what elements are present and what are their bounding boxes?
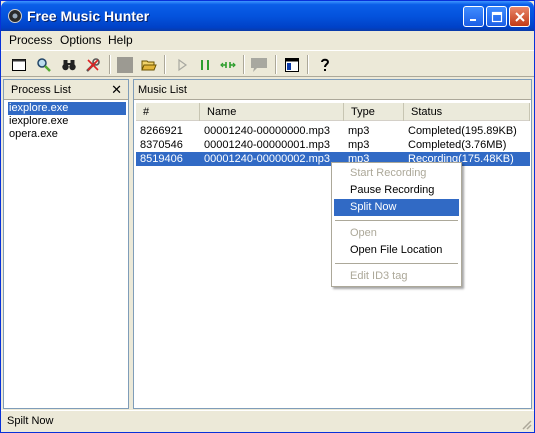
music-table: 8266921 00001240-00000000.mp3 mp3 Comple… [136, 124, 530, 166]
maximize-button[interactable] [486, 6, 507, 27]
new-icon [12, 59, 26, 71]
stop-icon [117, 57, 133, 73]
comment-icon [251, 58, 267, 72]
column-header-status[interactable]: Status [404, 103, 530, 121]
menu-item-start-recording: Start Recording [350, 167, 427, 179]
find-button[interactable] [33, 54, 55, 76]
resize-grip-icon[interactable] [520, 418, 532, 430]
open-folder-icon [141, 60, 157, 71]
pause-icon [201, 60, 209, 70]
list-item[interactable]: iexplore.exe [7, 101, 127, 116]
find-icon [37, 58, 51, 72]
minimize-button[interactable] [463, 6, 484, 27]
menu-options[interactable]: Options [60, 33, 101, 47]
column-header-id[interactable]: # [136, 103, 200, 121]
tools-button[interactable] [82, 54, 104, 76]
music-list-header: Music List [134, 80, 531, 100]
comment-button[interactable] [248, 54, 270, 76]
cell-type: mp3 [348, 139, 370, 151]
close-icon [514, 11, 525, 22]
music-list-title: Music List [138, 84, 187, 96]
maximize-icon [491, 11, 502, 22]
close-pane-icon[interactable]: ✕ [111, 82, 122, 98]
split-button[interactable] [217, 54, 239, 76]
binoculars-icon [62, 60, 76, 71]
app-window: Free Music Hunter Process Options Help P… [0, 0, 535, 433]
cell-id: 8370546 [140, 139, 183, 151]
toolbar-separator [109, 55, 111, 74]
menu-item-split-now[interactable]: Split Now [334, 199, 459, 216]
column-headers: # Name Type Status [136, 103, 530, 121]
title-bar[interactable]: Free Music Hunter [1, 1, 534, 31]
process-list-title: Process List [11, 84, 71, 96]
tools-icon [86, 58, 100, 72]
cell-type: mp3 [348, 125, 370, 137]
list-item[interactable]: iexplore.exe [8, 115, 126, 128]
cell-id: 8266921 [140, 125, 183, 137]
cell-name: 00001240-00000001.mp3 [204, 139, 331, 151]
cell-id: 8519406 [140, 153, 183, 165]
context-menu: Start Recording Pause Recording Split No… [331, 162, 462, 287]
column-header-name[interactable]: Name [200, 103, 344, 121]
cell-status: Completed(3.76MB) [408, 139, 507, 151]
menu-separator [335, 263, 458, 264]
window-button[interactable] [281, 54, 303, 76]
split-icon [220, 62, 236, 68]
cell-name: 00001240-00000002.mp3 [204, 153, 331, 165]
process-list-header: Process List ✕ [4, 80, 128, 100]
cell-status: Completed(195.89KB) [408, 125, 517, 137]
window-icon [285, 58, 299, 72]
close-button[interactable] [509, 6, 530, 27]
toolbar-separator [307, 55, 309, 74]
pause-button[interactable] [194, 54, 216, 76]
list-item[interactable]: opera.exe [8, 128, 126, 141]
status-bar: Spilt Now [1, 410, 534, 432]
menu-item-pause-recording[interactable]: Pause Recording [334, 182, 459, 199]
menu-process[interactable]: Process [9, 33, 52, 47]
menu-item-edit-id3-tag: Edit ID3 tag [350, 270, 408, 282]
toolbar [1, 50, 534, 77]
process-list: iexplore.exe iexplore.exe opera.exe [7, 101, 127, 141]
menu-help[interactable]: Help [108, 33, 133, 47]
process-list-pane: Process List ✕ iexplore.exe iexplore.exe… [3, 79, 129, 409]
menu-bar: Process Options Help [1, 31, 534, 49]
toolbar-separator [275, 55, 277, 74]
app-icon [8, 9, 22, 23]
help-icon [321, 58, 330, 71]
status-text: Spilt Now [7, 415, 54, 427]
column-header-type[interactable]: Type [344, 103, 404, 121]
table-row[interactable]: 8266921 00001240-00000000.mp3 mp3 Comple… [136, 124, 530, 138]
toolbar-separator [243, 55, 245, 74]
toolbar-separator [164, 55, 166, 74]
menu-item-open: Open [350, 227, 377, 239]
open-folder-button[interactable] [138, 54, 160, 76]
help-button[interactable] [314, 54, 336, 76]
cell-name: 00001240-00000000.mp3 [204, 125, 331, 137]
minimize-icon [469, 18, 476, 21]
stop-button[interactable] [114, 54, 136, 76]
play-icon [178, 58, 188, 72]
menu-item-open-file-location[interactable]: Open File Location [334, 242, 459, 259]
new-button[interactable] [8, 54, 30, 76]
menu-separator [335, 220, 458, 221]
play-button[interactable] [171, 54, 193, 76]
table-row[interactable]: 8370546 00001240-00000001.mp3 mp3 Comple… [136, 138, 530, 152]
window-title: Free Music Hunter [27, 8, 150, 24]
binoculars-button[interactable] [58, 54, 80, 76]
